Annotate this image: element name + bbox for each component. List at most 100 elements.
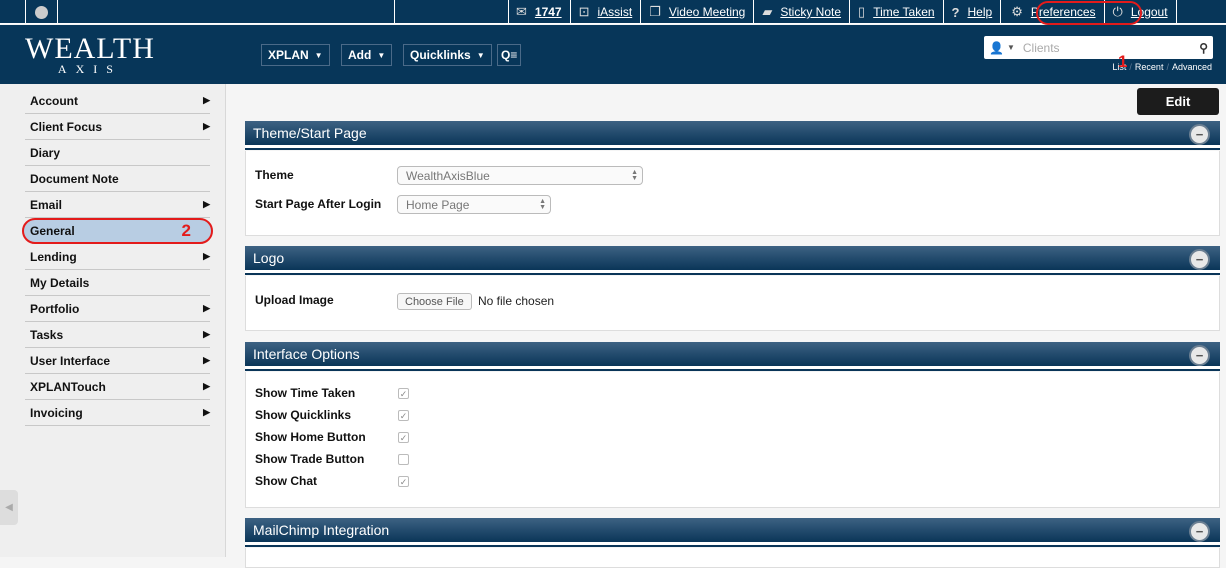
- add-label: Add: [348, 48, 372, 62]
- updown-icon: ▲ ▼: [539, 197, 546, 211]
- arrow-right-icon: ▶: [203, 121, 210, 131]
- sidebar-item-portfolio[interactable]: Portfolio ▶: [25, 296, 210, 322]
- option-label: Show Home Button: [255, 430, 366, 444]
- video-meeting-link[interactable]: ❐ Video Meeting: [641, 0, 755, 24]
- time-taken-label: Time Taken: [873, 5, 935, 19]
- interface-section-body: Show Time Taken ✓ Show Quicklinks ✓ Show Hom…: [245, 372, 1220, 508]
- sidebar-item-label: XPLANTouch: [30, 379, 106, 394]
- search-list-icon: Q≡: [501, 48, 518, 62]
- sidebar-collapse-handle[interactable]: ◀: [0, 490, 18, 525]
- start-page-select[interactable]: Home Page ▲ ▼: [397, 195, 551, 214]
- collapse-icon[interactable]: −: [1189, 124, 1210, 145]
- arrow-right-icon: ▶: [203, 303, 210, 313]
- sticky-note-icon: ▰: [762, 4, 773, 19]
- option-label: Show Trade Button: [255, 452, 365, 466]
- start-page-label: Start Page After Login: [255, 197, 382, 211]
- wealth-axis-logo[interactable]: WEALTH AXIS: [25, 34, 155, 77]
- advanced-link[interactable]: Advanced: [1172, 62, 1212, 72]
- sidebar-item-tasks[interactable]: Tasks ▶: [25, 322, 210, 348]
- theme-select[interactable]: WealthAxisBlue ▲ ▼: [397, 166, 643, 185]
- no-file-text: No file chosen: [478, 294, 555, 308]
- sidebar-item-my-details[interactable]: My Details: [25, 270, 210, 296]
- edit-button[interactable]: Edit: [1137, 88, 1219, 115]
- sidebar-item-invoicing[interactable]: Invoicing ▶: [25, 400, 210, 426]
- search-icon[interactable]: ⚲: [1199, 41, 1208, 55]
- caret-down-icon: ▼: [377, 50, 386, 60]
- top-bar: ✉ 1747 ⊡ iAssist ❐ Video Meeting ▰ Sticky No…: [0, 0, 1226, 25]
- sidebar: Account ▶ Client Focus ▶ Diary Document Note E…: [0, 84, 226, 557]
- option-checkbox[interactable]: ✓: [398, 476, 409, 487]
- option-checkbox[interactable]: ✓: [398, 432, 409, 443]
- annotation-2: 2: [181, 221, 191, 240]
- theme-label: Theme: [255, 168, 294, 182]
- sidebar-item-document-note[interactable]: Document Note: [25, 166, 210, 192]
- mailchimp-section-body: [245, 548, 1220, 568]
- sidebar-item-lending[interactable]: Lending ▶: [25, 244, 210, 270]
- search-menu-button[interactable]: Q≡: [497, 44, 522, 66]
- quicklinks-menu[interactable]: Quicklinks ▼: [403, 44, 492, 66]
- globe-icon[interactable]: [25, 0, 58, 24]
- time-taken-icon: ▯: [858, 4, 866, 19]
- sidebar-item-xplantouch[interactable]: XPLANTouch ▶: [25, 374, 210, 400]
- theme-section-header: Theme/Start Page −: [245, 121, 1220, 148]
- video-meeting-icon: ❐: [649, 4, 661, 19]
- section-title: MailChimp Integration: [253, 522, 390, 538]
- option-checkbox[interactable]: [398, 454, 409, 465]
- gear-icon: ⚙: [1011, 4, 1023, 19]
- preferences-highlight: [1036, 1, 1142, 25]
- sidebar-item-general[interactable]: General 2: [22, 218, 213, 244]
- quicklinks-label: Quicklinks: [410, 48, 471, 62]
- choose-file-button[interactable]: Choose File: [397, 293, 472, 310]
- time-taken-link[interactable]: ▯ Time Taken: [850, 0, 944, 24]
- arrow-right-icon: ▶: [203, 355, 210, 365]
- updown-icon: ▲ ▼: [631, 168, 638, 182]
- section-title: Interface Options: [253, 346, 360, 362]
- top-bar-spacer: [394, 0, 509, 24]
- add-menu[interactable]: Add ▼: [341, 44, 393, 66]
- interface-section-header: Interface Options −: [245, 342, 1220, 369]
- messages-link[interactable]: ✉ 1747: [508, 0, 571, 24]
- sidebar-item-label: General: [30, 224, 75, 238]
- sidebar-item-label: Invoicing: [30, 405, 83, 420]
- sidebar-item-diary[interactable]: Diary: [25, 140, 210, 166]
- collapse-icon[interactable]: −: [1189, 521, 1210, 542]
- mailchimp-section-header: MailChimp Integration −: [245, 518, 1220, 545]
- section-title: Logo: [253, 250, 285, 266]
- sidebar-item-label: Email: [30, 197, 63, 212]
- xplan-label: XPLAN: [268, 48, 309, 62]
- option-checkbox[interactable]: ✓: [398, 410, 409, 421]
- recent-link[interactable]: Recent: [1135, 62, 1164, 72]
- logo-section-body: Upload Image Choose File No file chosen: [245, 276, 1220, 331]
- search-input[interactable]: Clients: [1023, 41, 1199, 55]
- sidebar-item-email[interactable]: Email ▶: [25, 192, 210, 218]
- sidebar-item-label: Lending: [30, 249, 77, 264]
- arrow-right-icon: ▶: [203, 95, 210, 105]
- sidebar-item-account[interactable]: Account ▶: [25, 88, 210, 114]
- client-search[interactable]: 👤 ▼ Clients ⚲: [984, 36, 1213, 59]
- collapse-icon[interactable]: −: [1189, 249, 1210, 270]
- option-label: Show Chat: [255, 474, 317, 488]
- start-page-value: Home Page: [406, 197, 470, 212]
- sidebar-item-client-focus[interactable]: Client Focus ▶: [25, 114, 210, 140]
- theme-section-body: Theme WealthAxisBlue ▲ ▼ Start Page After …: [245, 151, 1220, 236]
- arrow-right-icon: ▶: [203, 407, 210, 417]
- caret-down-icon[interactable]: ▼: [1007, 43, 1015, 52]
- collapse-icon[interactable]: −: [1189, 345, 1210, 366]
- upload-image-label: Upload Image: [255, 293, 334, 307]
- sidebar-item-user-interface[interactable]: User Interface ▶: [25, 348, 210, 374]
- sticky-note-link[interactable]: ▰ Sticky Note: [754, 0, 851, 24]
- theme-value: WealthAxisBlue: [406, 168, 490, 183]
- help-icon: ?: [951, 4, 960, 20]
- sidebar-item-label: User Interface: [30, 353, 111, 368]
- help-link[interactable]: ? Help: [944, 0, 1002, 24]
- logo-top: WEALTH: [25, 32, 155, 65]
- logo-section-header: Logo −: [245, 246, 1220, 273]
- iassist-link[interactable]: ⊡ iAssist: [571, 0, 642, 24]
- option-label: Show Quicklinks: [255, 408, 352, 422]
- xplan-menu[interactable]: XPLAN ▼: [261, 44, 330, 66]
- person-icon[interactable]: 👤: [989, 41, 1004, 55]
- option-checkbox[interactable]: ✓: [398, 388, 409, 399]
- messages-count: 1747: [534, 5, 562, 19]
- mail-icon: ✉: [516, 4, 527, 19]
- help-label: Help: [967, 5, 993, 19]
